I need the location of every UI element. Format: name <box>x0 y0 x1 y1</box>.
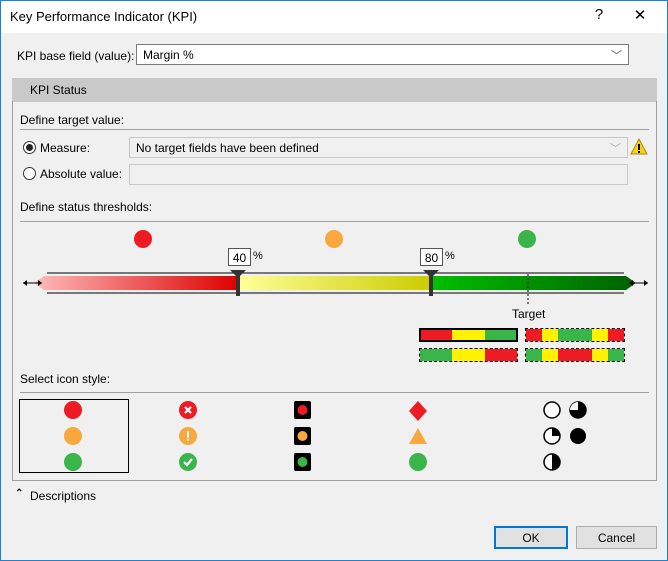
help-button[interactable]: ? <box>589 6 609 23</box>
icon-style-symbols[interactable] <box>161 399 216 473</box>
green-zone <box>431 276 636 290</box>
base-field-value: Margin % <box>143 48 194 62</box>
green-status-icon <box>518 230 536 248</box>
descriptions-toggle[interactable]: Descriptions <box>30 489 96 503</box>
low-threshold-unit: % <box>253 250 263 262</box>
color-scheme-option-4[interactable] <box>525 348 625 362</box>
exclamation-circle-icon <box>179 427 197 445</box>
divider <box>20 129 649 130</box>
low-threshold-input[interactable]: 40 <box>228 248 251 266</box>
ok-button[interactable]: OK <box>494 526 568 549</box>
red-light-icon <box>294 401 311 419</box>
high-threshold-input[interactable]: 80 <box>420 248 443 266</box>
chevron-down-icon: ﹀ <box>610 143 621 155</box>
yellow-status-icon <box>325 230 343 248</box>
icon-style-shapes[interactable] <box>396 399 441 473</box>
check-circle-icon <box>179 453 197 471</box>
empty-ball-icon <box>543 401 561 419</box>
red-zone <box>34 276 238 290</box>
threshold-slider[interactable] <box>16 266 656 316</box>
quarter-ball-icon <box>543 427 561 445</box>
left-arrow-icon <box>23 280 42 286</box>
expand-chevron-icon[interactable]: ⌃ <box>15 488 23 499</box>
yellow-triangle-icon <box>409 428 427 444</box>
yellow-circle-icon <box>64 427 82 445</box>
icon-style-heading: Select icon style: <box>20 372 111 386</box>
icon-style-harvey-balls[interactable] <box>536 399 596 473</box>
half-ball-icon <box>543 453 561 471</box>
right-arrow-icon <box>629 280 648 286</box>
chevron-down-icon: ﹀ <box>611 50 622 62</box>
cancel-button[interactable]: Cancel <box>576 526 657 549</box>
red-circle-icon <box>64 401 82 419</box>
green-circle-icon <box>64 453 82 471</box>
x-circle-icon <box>179 401 197 419</box>
measure-value: No target fields have been defined <box>136 141 319 155</box>
color-scheme-option-3[interactable] <box>419 348 518 362</box>
color-scheme-option-2[interactable] <box>525 328 625 342</box>
green-light-icon <box>294 453 311 471</box>
red-status-icon <box>134 230 152 248</box>
absolute-value-radio[interactable] <box>23 167 36 180</box>
measure-select[interactable]: No target fields have been defined ﹀ <box>129 137 628 158</box>
dialog-title: Key Performance Indicator (KPI) <box>10 9 198 24</box>
base-field-select[interactable]: Margin % ﹀ <box>136 44 629 65</box>
absolute-value-label: Absolute value: <box>40 167 123 181</box>
divider <box>20 221 649 222</box>
kpi-status-header: KPI Status <box>12 78 657 102</box>
warning-icon <box>630 138 648 155</box>
divider <box>20 392 649 393</box>
measure-label: Measure: <box>40 141 91 155</box>
close-button[interactable]: ✕ <box>630 6 650 24</box>
high-threshold-unit: % <box>445 250 455 262</box>
yellow-zone <box>238 276 431 290</box>
three-quarter-ball-icon <box>569 401 587 419</box>
color-scheme-option-1[interactable] <box>419 328 518 342</box>
kpi-dialog: Key Performance Indicator (KPI) ? ✕ KPI … <box>0 0 668 561</box>
absolute-value-input[interactable] <box>129 164 628 185</box>
target-label: Target <box>512 307 546 321</box>
full-ball-icon <box>570 428 586 444</box>
measure-radio[interactable] <box>23 141 36 154</box>
target-heading: Define target value: <box>20 113 125 127</box>
yellow-light-icon <box>294 427 311 445</box>
thresholds-heading: Define status thresholds: <box>20 200 153 214</box>
icon-style-traffic-lights[interactable] <box>281 399 326 473</box>
red-diamond-icon <box>409 401 427 421</box>
green-circle-icon <box>409 453 427 471</box>
base-field-label: KPI base field (value): <box>17 49 135 63</box>
